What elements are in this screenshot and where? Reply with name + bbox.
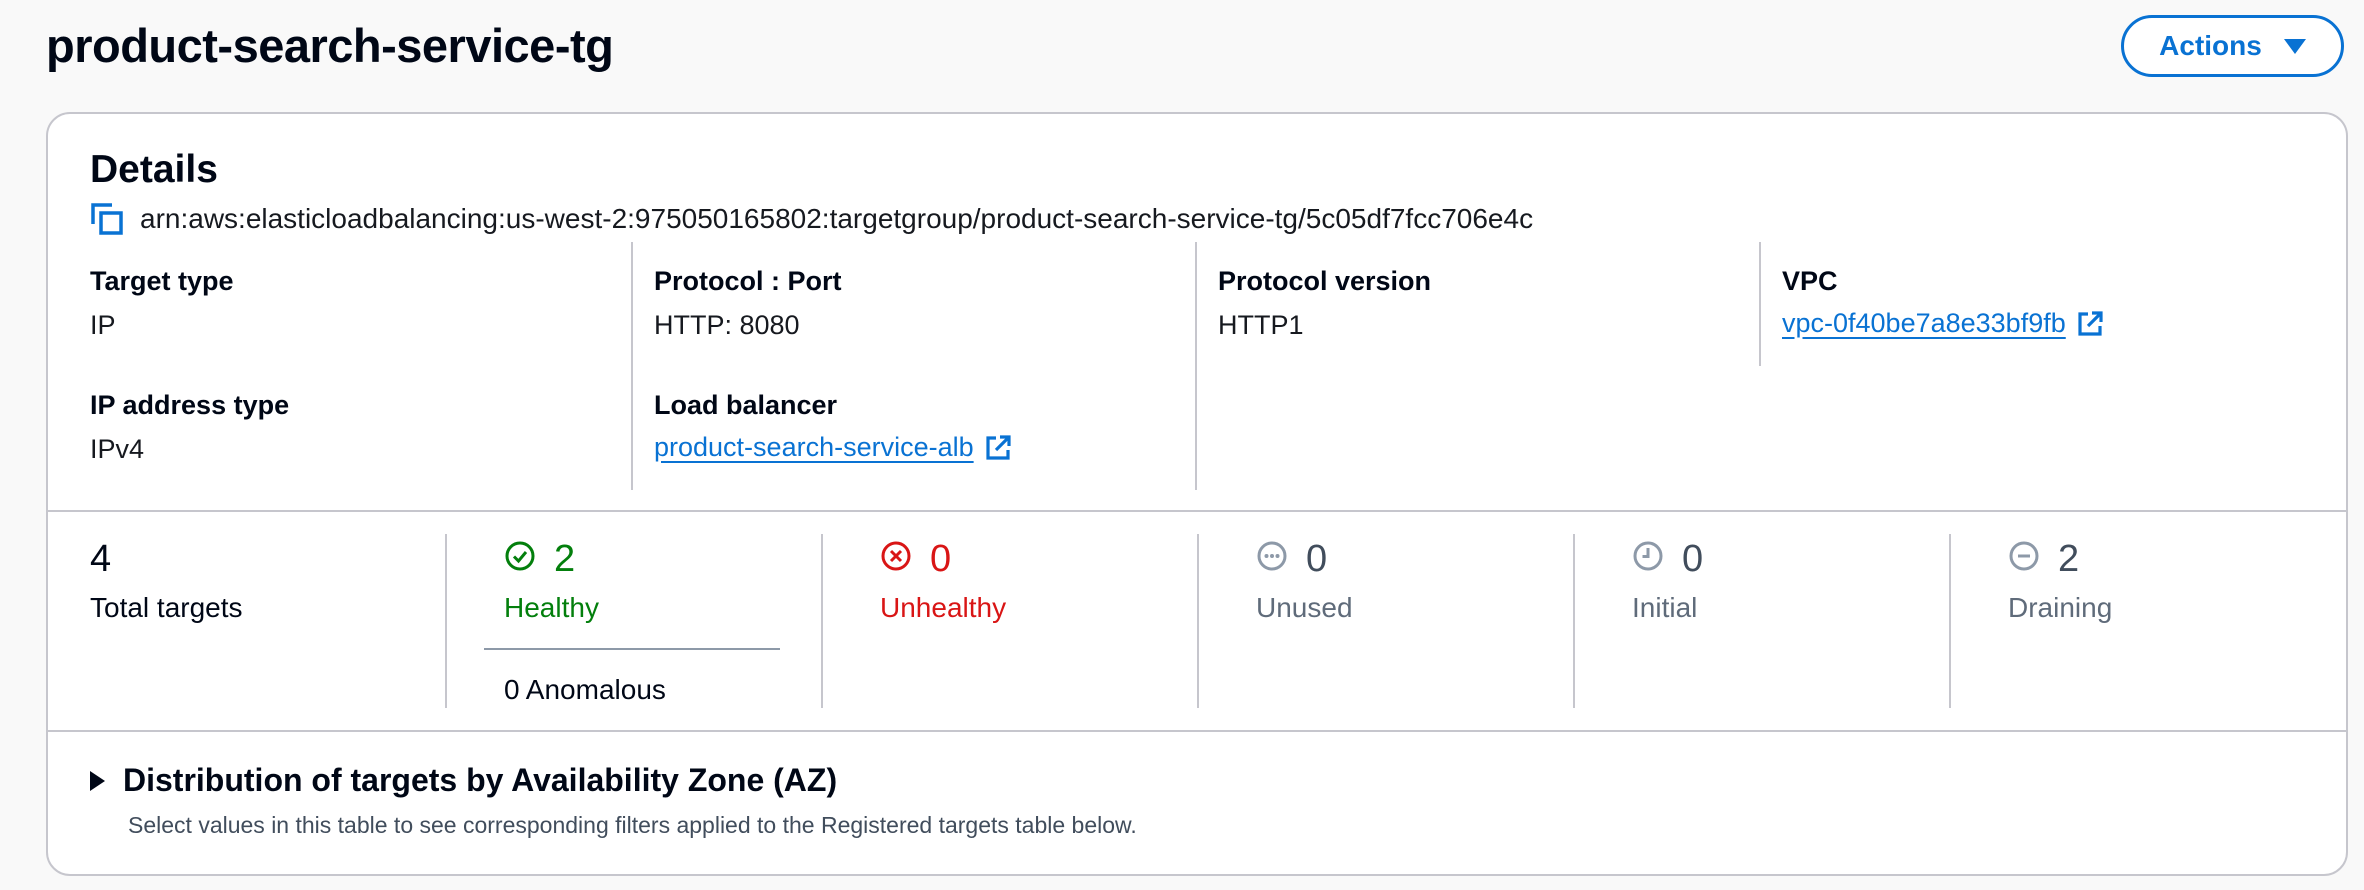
initial-count[interactable]: 0 <box>1682 538 1703 581</box>
ellipsis-circle-icon <box>1257 541 1287 571</box>
details-panel: Details arn:aws:elasticloadbalancing:us-… <box>46 112 2348 876</box>
divider <box>631 242 633 490</box>
copy-icon[interactable] <box>90 202 124 236</box>
draining-count[interactable]: 2 <box>2058 538 2079 581</box>
healthy-count[interactable]: 2 <box>554 538 575 581</box>
divider <box>821 534 823 708</box>
protocol-port-label: Protocol : Port <box>654 266 842 296</box>
divider <box>1573 534 1575 708</box>
actions-button[interactable]: Actions <box>2121 15 2344 77</box>
initial-label: Initial <box>1632 592 1698 623</box>
target-type-value: IP <box>90 310 116 340</box>
anomalous-count[interactable]: 0 Anomalous <box>504 674 666 706</box>
external-link-icon <box>986 434 1011 460</box>
protocol-version-label: Protocol version <box>1218 266 1432 296</box>
external-link-icon <box>2078 310 2103 336</box>
load-balancer-link-text: product-search-service-alb <box>654 432 974 462</box>
page-title: product-search-service-tg <box>46 19 614 72</box>
unhealthy-count[interactable]: 0 <box>930 538 951 581</box>
caret-down-icon <box>2283 38 2306 54</box>
clock-icon <box>1633 541 1663 571</box>
divider <box>1759 242 1761 366</box>
ip-address-type-value: IPv4 <box>90 434 145 464</box>
anomalous-divider <box>484 648 780 650</box>
arn-row: arn:aws:elasticloadbalancing:us-west-2:9… <box>90 202 1533 236</box>
load-balancer-label: Load balancer <box>654 390 838 420</box>
x-circle-icon <box>881 541 911 571</box>
details-title: Details <box>90 148 218 191</box>
section-divider <box>48 510 2346 512</box>
total-targets-label: Total targets <box>90 592 243 623</box>
divider <box>1195 242 1197 490</box>
divider <box>1949 534 1951 708</box>
minus-circle-icon <box>2009 541 2039 571</box>
actions-button-label: Actions <box>2159 30 2262 61</box>
unused-label: Unused <box>1256 592 1353 623</box>
draining-label: Draining <box>2008 592 2113 623</box>
arn-value: arn:aws:elasticloadbalancing:us-west-2:9… <box>140 203 1534 234</box>
divider <box>1197 534 1199 708</box>
vpc-link[interactable]: vpc-0f40be7a8e33bf9fb <box>1782 308 2104 339</box>
unused-count[interactable]: 0 <box>1306 538 1327 581</box>
target-type-label: Target type <box>90 266 234 296</box>
total-targets-count[interactable]: 4 <box>90 538 111 581</box>
healthy-label: Healthy <box>504 592 599 623</box>
distribution-expander[interactable]: Distribution of targets by Availability … <box>90 762 837 799</box>
vpc-label: VPC <box>1782 266 1838 296</box>
protocol-version-value: HTTP1 <box>1218 310 1304 340</box>
divider <box>445 534 447 708</box>
distribution-title: Distribution of targets by Availability … <box>123 762 838 798</box>
vpc-link-text: vpc-0f40be7a8e33bf9fb <box>1782 308 2066 338</box>
unhealthy-label: Unhealthy <box>880 592 1007 623</box>
protocol-port-value: HTTP: 8080 <box>654 310 800 340</box>
distribution-description: Select values in this table to see corre… <box>128 812 1137 838</box>
section-divider <box>48 730 2346 732</box>
check-circle-icon <box>505 541 535 571</box>
ip-address-type-label: IP address type <box>90 390 290 420</box>
caret-right-icon <box>90 770 105 791</box>
load-balancer-link[interactable]: product-search-service-alb <box>654 432 1012 463</box>
